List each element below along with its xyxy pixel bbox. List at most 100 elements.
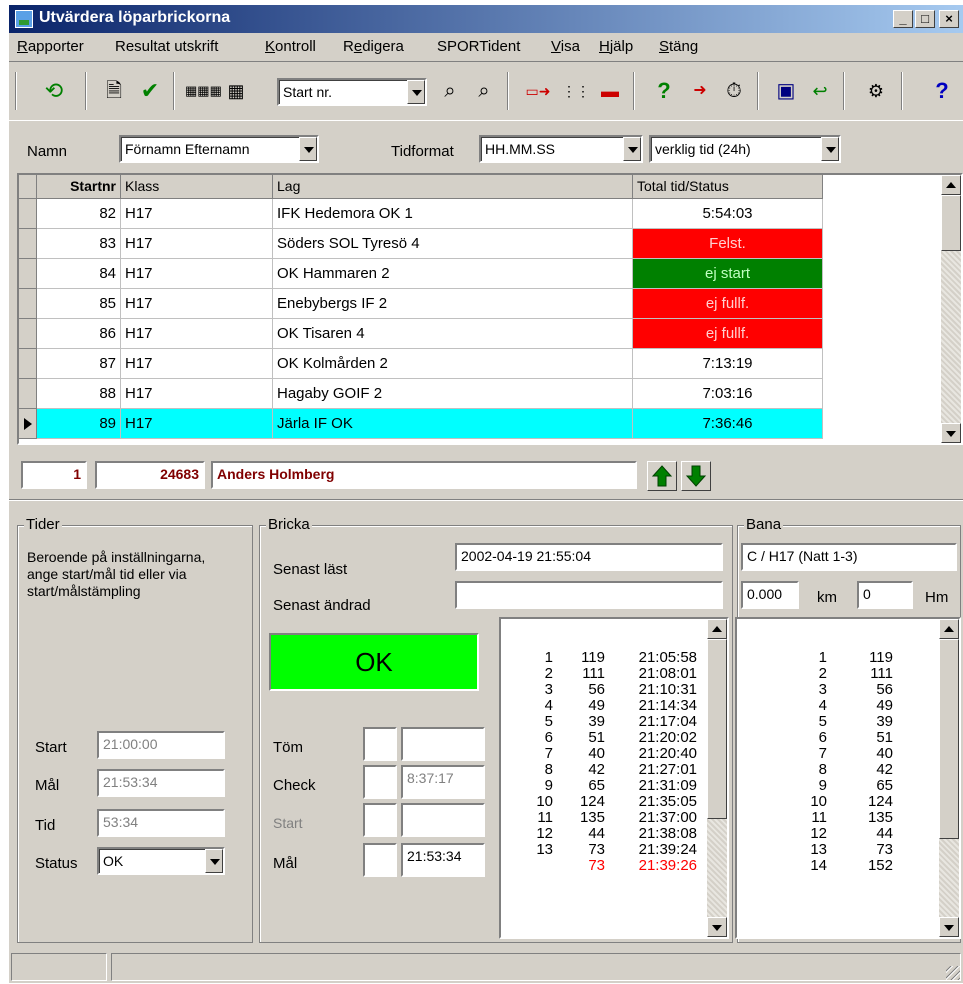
tidtyp-combo[interactable]: verklig tid (24h) (649, 135, 841, 163)
next-button[interactable] (681, 461, 711, 491)
runner-name-field[interactable]: Anders Holmberg (211, 461, 637, 489)
cell-startnr[interactable]: 87 (37, 349, 121, 379)
cell-status[interactable]: 5:54:03 (633, 199, 823, 229)
control-row[interactable]: 2 111 (737, 665, 937, 682)
control-row[interactable]: 13 73 (737, 841, 937, 858)
search-icon[interactable]: ⌕ (435, 76, 465, 106)
settings-icon[interactable]: ⚙ (861, 76, 891, 106)
cell-startnr[interactable]: 89 (37, 409, 121, 439)
punch-row[interactable]: 1 119 21:05:58 (501, 649, 701, 666)
cell-lag[interactable]: Hagaby GOIF 2 (273, 379, 633, 409)
punch-row[interactable]: 4 49 21:14:34 (501, 697, 701, 714)
chevron-down-icon[interactable] (407, 80, 425, 104)
scroll-down-icon[interactable] (707, 917, 727, 937)
cell-startnr[interactable]: 88 (37, 379, 121, 409)
check-list-icon[interactable]: ✔ (135, 76, 165, 106)
punch-row[interactable]: 6 51 21:20:02 (501, 729, 701, 746)
mal-time-field[interactable]: 21:53:34 (97, 769, 225, 797)
punch-row[interactable]: 8 42 21:27:01 (501, 761, 701, 778)
cell-klass[interactable]: H17 (121, 319, 273, 349)
row-indicator[interactable] (19, 409, 37, 439)
senast-last-field[interactable]: 2002-04-19 21:55:04 (455, 543, 723, 571)
control-row[interactable]: 8 42 (737, 761, 937, 778)
splitter[interactable] (9, 499, 963, 501)
title-bar[interactable]: Utvärdera löparbrickorna _ □ × (9, 5, 963, 33)
resize-grip-icon[interactable] (946, 966, 960, 980)
cell-status[interactable]: ej fullf. (633, 319, 823, 349)
grid-scrollbar[interactable] (941, 175, 961, 443)
row-indicator[interactable] (19, 319, 37, 349)
row-indicator[interactable] (19, 259, 37, 289)
status-combo[interactable]: OK (97, 847, 225, 875)
header-lag[interactable]: Lag (273, 175, 633, 199)
menu-resultat-utskrift[interactable]: Resultat utskrift (115, 38, 218, 55)
control-row[interactable]: 4 49 (737, 697, 937, 714)
punch-row[interactable]: 73 21:39:26 (501, 857, 701, 874)
cell-status[interactable]: ej start (633, 259, 823, 289)
document-icon[interactable]: 🗎 (99, 76, 129, 106)
menu-redigera[interactable]: Redigera (343, 38, 404, 55)
cell-lag[interactable]: OK Kolmården 2 (273, 349, 633, 379)
check-time-field[interactable]: 8:37:17 (401, 765, 485, 799)
refresh-icon[interactable]: ⟲ (39, 76, 69, 106)
cell-startnr[interactable]: 83 (37, 229, 121, 259)
senast-andrad-field[interactable] (455, 581, 723, 609)
cell-status[interactable]: 7:13:19 (633, 349, 823, 379)
row-indicator[interactable] (19, 289, 37, 319)
control-row[interactable]: 6 51 (737, 729, 937, 746)
control-row[interactable]: 1 119 (737, 649, 937, 666)
start-time-field[interactable]: 21:00:00 (97, 731, 225, 759)
save-icon[interactable]: ▣ (771, 76, 801, 106)
menu-sportident[interactable]: SPORTident (437, 38, 520, 55)
scroll-thumb[interactable] (939, 639, 959, 839)
previous-button[interactable] (647, 461, 677, 491)
cell-klass[interactable]: H17 (121, 199, 273, 229)
cell-klass[interactable]: H17 (121, 289, 273, 319)
punch-row[interactable]: 10 124 21:35:05 (501, 793, 701, 810)
close-button[interactable]: × (939, 10, 959, 28)
control-row[interactable]: 5 39 (737, 713, 937, 730)
punch-row[interactable]: 5 39 21:17:04 (501, 713, 701, 730)
cell-lag[interactable]: IFK Hedemora OK 1 (273, 199, 633, 229)
scroll-up-icon[interactable] (941, 175, 961, 195)
route-icon[interactable]: ➜ (685, 76, 715, 106)
scroll-up-icon[interactable] (707, 619, 727, 639)
punch-row[interactable]: 3 56 21:10:31 (501, 681, 701, 698)
tidformat-combo[interactable]: HH.MM.SS (479, 135, 643, 163)
menu-kontroll[interactable]: Kontroll (265, 38, 316, 55)
namn-combo[interactable]: Förnamn Efternamn (119, 135, 319, 163)
control-row[interactable]: 9 65 (737, 777, 937, 794)
tom-code-field[interactable] (363, 727, 397, 761)
cell-startnr[interactable]: 84 (37, 259, 121, 289)
grid-large-icon[interactable]: ▦ (221, 76, 251, 106)
control-row[interactable]: 10 124 (737, 793, 937, 810)
grid-small-icon[interactable]: ▦▦▦ (185, 76, 222, 106)
question-mark-icon[interactable]: ? (649, 76, 679, 106)
control-row[interactable]: 12 44 (737, 825, 937, 842)
row-indicator[interactable] (19, 349, 37, 379)
course-scrollbar[interactable] (939, 619, 959, 937)
start-code-field[interactable] (363, 803, 397, 837)
header-startnr[interactable]: Startnr (37, 175, 121, 199)
course-control-list[interactable]: 1 119 2 111 3 56 4 49 5 39 6 51 7 40 8 42 9 65 10 124 11 135 1… (735, 617, 961, 939)
course-field[interactable]: C / H17 (Natt 1-3) (741, 543, 957, 571)
row-indicator[interactable] (19, 229, 37, 259)
cell-klass[interactable]: H17 (121, 349, 273, 379)
minimize-button[interactable]: _ (893, 10, 913, 28)
hm-field[interactable]: 0 (857, 581, 913, 609)
menu-hjalp[interactable]: Hjälp (599, 38, 633, 55)
punch-row[interactable]: 11 135 21:37:00 (501, 809, 701, 826)
cell-startnr[interactable]: 86 (37, 319, 121, 349)
chevron-down-icon[interactable] (623, 137, 641, 161)
search-next-icon[interactable]: ⌕ (469, 76, 499, 106)
row-indicator[interactable] (19, 199, 37, 229)
tid-field[interactable]: 53:34 (97, 809, 225, 837)
menu-stang[interactable]: Stäng (659, 38, 698, 55)
punch-row[interactable]: 2 111 21:08:01 (501, 665, 701, 682)
check-code-field[interactable] (363, 765, 397, 799)
cell-lag[interactable]: Enebybergs IF 2 (273, 289, 633, 319)
menu-rapporter[interactable]: Rapporter (17, 38, 84, 55)
control-row[interactable]: 3 56 (737, 681, 937, 698)
scroll-down-icon[interactable] (939, 917, 959, 937)
cell-status[interactable]: 7:36:46 (633, 409, 823, 439)
